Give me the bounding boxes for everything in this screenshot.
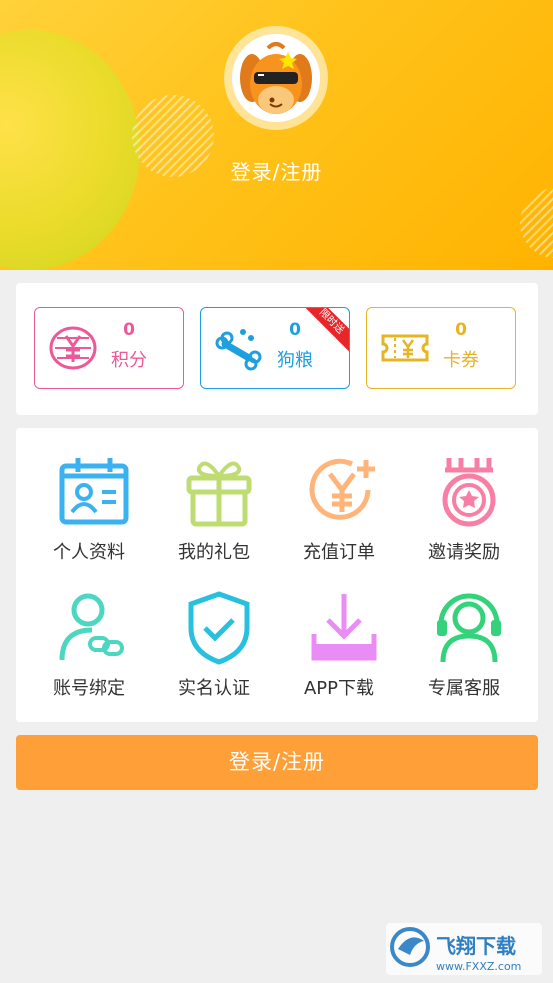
- menu-item-recharge[interactable]: 充值订单: [274, 432, 404, 563]
- profile-header: 登录/注册: [0, 0, 553, 270]
- menu-label: APP下载: [303, 678, 375, 699]
- shield-check-icon: [188, 591, 250, 665]
- profile-card-icon: [59, 458, 129, 525]
- avatar[interactable]: [224, 26, 328, 130]
- points-label: 积分: [111, 350, 147, 371]
- menu-label: 邀请奖励: [428, 542, 500, 563]
- coupons-value: 0: [455, 320, 467, 340]
- menu-label: 账号绑定: [53, 678, 125, 699]
- recharge-yen-icon: [309, 458, 375, 520]
- menu-label: 个人资料: [53, 542, 125, 563]
- menu-item-invite[interactable]: 邀请奖励: [399, 432, 529, 563]
- watermark-url: www.FXXZ.com: [436, 960, 521, 973]
- bone-icon: [215, 329, 262, 371]
- menu-item-account-bind[interactable]: 账号绑定: [24, 568, 154, 699]
- customer-service-icon: [437, 593, 501, 663]
- coupons-label: 卡券: [443, 350, 479, 371]
- menu-label: 充值订单: [303, 542, 375, 563]
- menu-item-app-download[interactable]: APP下载: [274, 568, 404, 699]
- medal-icon: [442, 458, 496, 527]
- watermark-brand: 飞翔下载: [436, 934, 516, 958]
- header-login-link[interactable]: 登录/注册: [0, 156, 553, 185]
- menu-label: 我的礼包: [178, 542, 250, 563]
- fxxz-watermark: 飞翔下载 www.FXXZ.com: [386, 923, 542, 975]
- decorative-hatch-circle: [520, 188, 553, 258]
- user-link-icon: [59, 593, 124, 661]
- decorative-blob: [0, 30, 140, 270]
- menu-label: 专属客服: [428, 678, 500, 699]
- points-stat[interactable]: 0 积分: [34, 307, 184, 389]
- coupons-stat[interactable]: 0 卡券: [366, 307, 516, 389]
- menu-item-gift[interactable]: 我的礼包: [149, 432, 279, 563]
- login-register-button[interactable]: 登录/注册: [16, 735, 538, 790]
- menu-item-customer-service[interactable]: 专属客服: [399, 568, 529, 699]
- stats-card: 0 积分 0 狗粮 限时送 0 卡券: [16, 283, 538, 415]
- menu-label: 实名认证: [178, 678, 250, 699]
- dog-mascot-avatar-icon: [232, 34, 320, 122]
- dog-food-value: 0: [289, 320, 301, 340]
- dog-food-stat[interactable]: 0 狗粮 限时送: [200, 307, 350, 389]
- menu-item-profile[interactable]: 个人资料: [24, 432, 154, 563]
- points-value: 0: [123, 320, 135, 340]
- menu-item-verification[interactable]: 实名认证: [149, 568, 279, 699]
- coupon-ticket-icon: [381, 334, 429, 362]
- menu-grid-card: 个人资料 我的礼包 充值订单 邀请奖励 账号绑定 实名认证 APP下载 专属客服: [16, 428, 538, 722]
- yen-coins-icon: [49, 326, 97, 370]
- download-icon: [311, 594, 377, 661]
- dog-food-label: 狗粮: [277, 350, 313, 371]
- gift-icon: [186, 461, 252, 527]
